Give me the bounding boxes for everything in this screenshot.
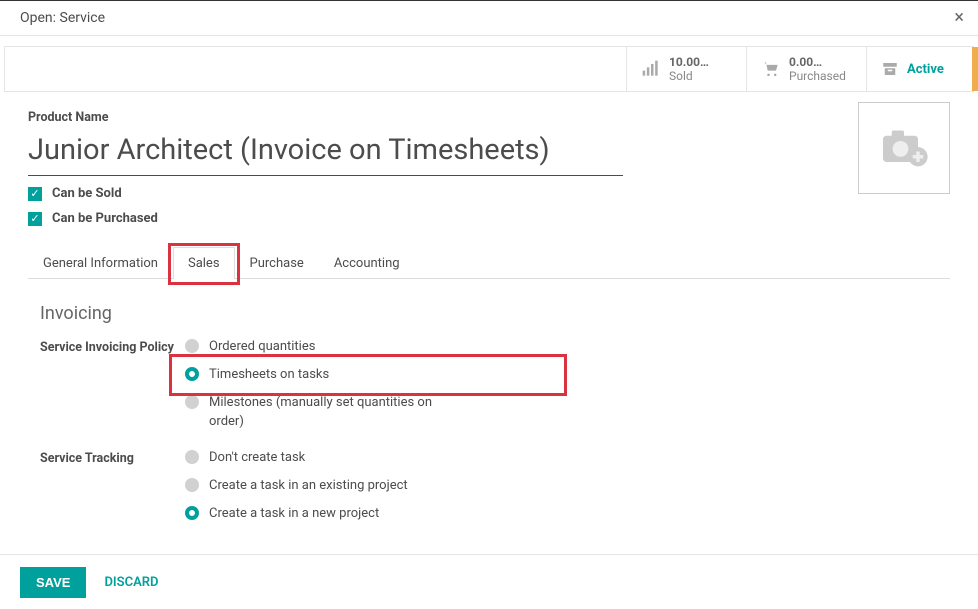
radio-icon — [185, 450, 199, 464]
radio-dont-create-task[interactable]: Don't create task — [185, 449, 408, 467]
radio-label: Create a task in a new project — [209, 505, 379, 523]
image-upload[interactable] — [858, 102, 950, 194]
radio-milestones[interactable]: Milestones (manually set quantities on o… — [185, 394, 469, 430]
radio-label: Ordered quantities — [209, 338, 315, 356]
radio-icon — [185, 506, 199, 520]
product-name-label: Product Name — [28, 110, 950, 125]
tab-accounting[interactable]: Accounting — [319, 247, 415, 279]
save-button[interactable]: SAVE — [20, 567, 86, 598]
can-be-sold-label: Can be Sold — [52, 186, 122, 201]
modal-header: Open: Service × — [0, 0, 978, 36]
radio-icon — [185, 339, 199, 353]
ribbon-strip — [972, 47, 978, 91]
radio-ordered-quantities[interactable]: Ordered quantities — [185, 338, 469, 356]
label-service-tracking: Service Tracking — [40, 449, 185, 466]
radio-existing-project[interactable]: Create a task in an existing project — [185, 477, 408, 495]
active-label: Active — [907, 62, 944, 77]
label-invoicing-policy: Service Invoicing Policy — [40, 338, 185, 355]
product-name-input[interactable]: Junior Architect (Invoice on Timesheets) — [28, 131, 623, 176]
cart-icon — [761, 59, 781, 79]
radio-timesheets-on-tasks[interactable]: Timesheets on tasks — [181, 362, 477, 388]
purchased-value: 0.00… — [789, 55, 846, 69]
checkbox-checked-icon: ✓ — [28, 212, 42, 226]
radio-group-invoicing-policy: Ordered quantities Timesheets on tasks M… — [185, 338, 469, 431]
radio-icon — [185, 478, 199, 492]
tab-sales[interactable]: Sales — [173, 247, 235, 279]
radio-label: Milestones (manually set quantities on o… — [209, 394, 469, 430]
stat-purchased[interactable]: 0.00… Purchased — [746, 47, 866, 91]
tab-purchase[interactable]: Purchase — [235, 247, 319, 279]
close-icon[interactable]: × — [954, 9, 964, 27]
section-title-invoicing: Invoicing — [40, 303, 938, 324]
modal-title: Open: Service — [20, 10, 105, 26]
radio-new-project[interactable]: Create a task in a new project — [185, 505, 408, 523]
camera-plus-icon — [877, 127, 931, 169]
sold-value: 10.00… — [669, 55, 709, 69]
radio-label: Timesheets on tasks — [209, 366, 329, 384]
radio-group-service-tracking: Don't create task Create a task in an ex… — [185, 449, 408, 524]
can-be-purchased-row[interactable]: ✓ Can be Purchased — [28, 211, 950, 226]
radio-label: Create a task in an existing project — [209, 477, 408, 495]
archive-icon — [881, 60, 899, 78]
radio-icon — [185, 395, 199, 409]
tabs: General Information Sales Purchase Accou… — [28, 246, 950, 279]
bars-icon — [641, 59, 661, 79]
purchased-label: Purchased — [789, 69, 846, 83]
stat-sold[interactable]: 10.00… Sold — [626, 47, 746, 91]
modal-footer: SAVE DISCARD — [0, 554, 978, 609]
radio-label: Don't create task — [209, 449, 305, 467]
can-be-purchased-label: Can be Purchased — [52, 211, 158, 226]
stat-active[interactable]: Active — [866, 47, 974, 91]
checkbox-checked-icon: ✓ — [28, 187, 42, 201]
sold-label: Sold — [669, 69, 709, 83]
tab-general-information[interactable]: General Information — [28, 247, 173, 279]
radio-icon — [185, 367, 199, 381]
can-be-sold-row[interactable]: ✓ Can be Sold — [28, 186, 950, 201]
discard-button[interactable]: DISCARD — [104, 575, 158, 590]
stat-bar: 10.00… Sold 0.00… Purchased Active — [4, 46, 974, 92]
